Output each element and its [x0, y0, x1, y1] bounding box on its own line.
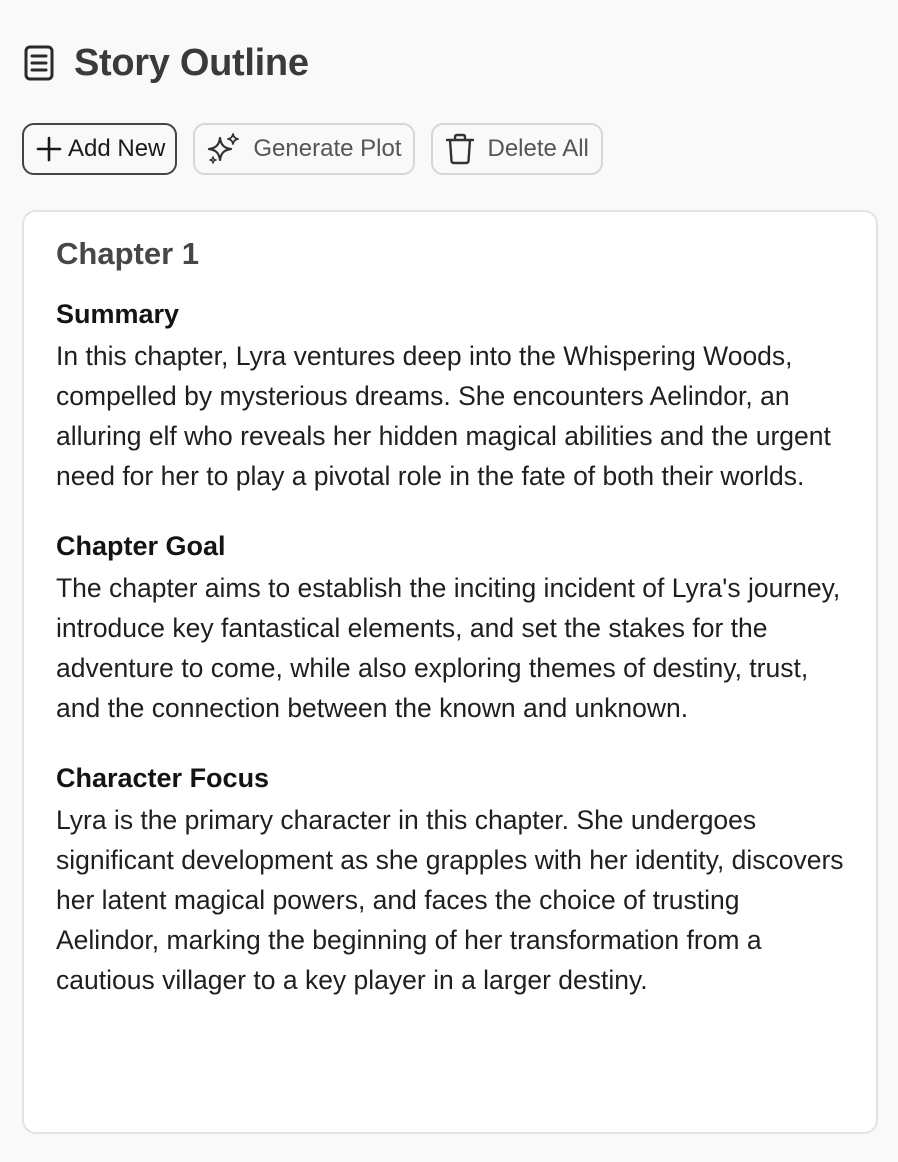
page-title: Story Outline — [74, 42, 309, 84]
sparkles-icon — [207, 132, 241, 166]
generate-plot-button[interactable]: Generate Plot — [193, 123, 416, 175]
delete-all-label: Delete All — [487, 135, 589, 162]
page-header: Story Outline — [22, 40, 309, 86]
section-body: Lyra is the primary character in this ch… — [56, 805, 844, 995]
plus-icon — [36, 136, 62, 162]
section-heading: Summary — [56, 299, 180, 329]
generate-plot-label: Generate Plot — [253, 135, 402, 162]
chapter-card: Chapter 1 Summary In this chapter, Lyra … — [22, 210, 878, 1134]
delete-all-button[interactable]: Delete All — [431, 123, 603, 175]
section-body: The chapter aims to establish the inciti… — [56, 573, 841, 723]
toolbar: Add New Generate Plot Delete All — [22, 123, 603, 175]
trash-icon — [445, 133, 475, 165]
section-heading: Character Focus — [56, 763, 270, 793]
summary-section: Summary In this chapter, Lyra ventures d… — [56, 296, 844, 496]
character-focus-section: Character Focus Lyra is the primary char… — [56, 760, 844, 1000]
chapter-goal-section: Chapter Goal The chapter aims to establi… — [56, 528, 844, 728]
add-new-button[interactable]: Add New — [22, 123, 178, 175]
add-new-label: Add New — [68, 135, 166, 162]
notebook-icon — [22, 43, 56, 83]
section-heading: Chapter Goal — [56, 531, 226, 561]
section-body: In this chapter, Lyra ventures deep into… — [56, 341, 831, 491]
chapter-title: Chapter 1 — [56, 236, 199, 271]
